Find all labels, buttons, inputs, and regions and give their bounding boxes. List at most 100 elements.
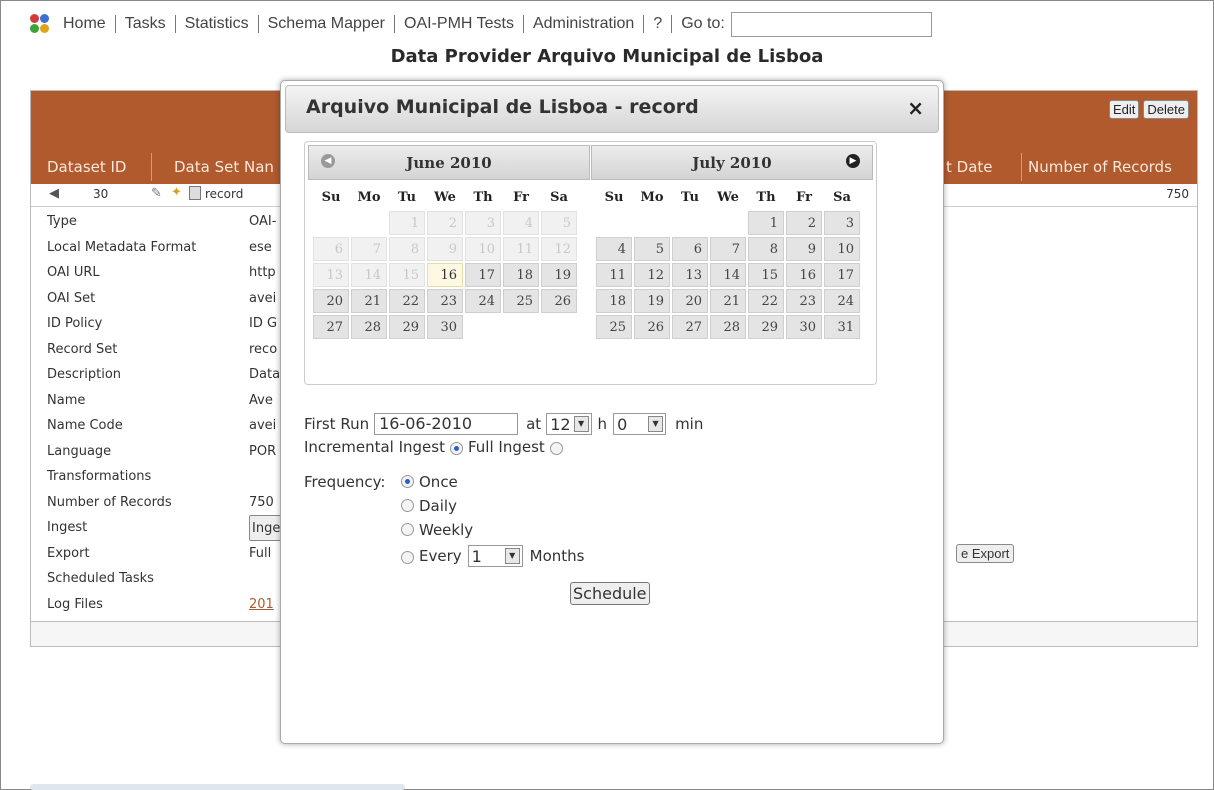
edit-icon[interactable]: ✎: [151, 186, 162, 201]
frequency-once[interactable]: Once: [396, 473, 458, 491]
calendar-day[interactable]: 30: [786, 315, 822, 339]
calendar-day[interactable]: 17: [824, 263, 860, 287]
calendar-day[interactable]: 25: [596, 315, 632, 339]
detail-value: Data: [249, 367, 281, 382]
detail-key: Export: [47, 545, 90, 561]
radio-every[interactable]: [401, 550, 414, 564]
calendar-day[interactable]: 30: [427, 315, 463, 339]
calendar-day[interactable]: 17: [465, 263, 501, 287]
calendar-day[interactable]: 20: [672, 289, 708, 313]
calendar-day[interactable]: 10: [824, 237, 860, 261]
export-button[interactable]: e Export: [956, 544, 1015, 563]
frequency-daily[interactable]: Daily: [396, 497, 457, 515]
calendar-day[interactable]: 14: [710, 263, 746, 287]
log-file-link[interactable]: 201: [249, 592, 281, 618]
calendar-day[interactable]: 15: [748, 263, 784, 287]
calendar-day[interactable]: 2: [786, 211, 822, 235]
detail-key: ID Policy: [47, 316, 103, 331]
month-title: July 2010: [692, 154, 772, 172]
calendar-day[interactable]: 4: [596, 237, 632, 261]
detail-value: 750: [249, 494, 274, 510]
day-name: Sa: [833, 190, 851, 205]
scrollbar[interactable]: [30, 784, 405, 790]
detail-key: Type: [47, 214, 77, 229]
radio-weekly[interactable]: [401, 523, 414, 536]
datepicker: ◀ June 2010 Su Mo Tu We Th Fr Sa 1 2 3 4 5 6 7 8 9 10 11 1…: [304, 141, 877, 385]
calendar-day[interactable]: 21: [351, 289, 387, 313]
calendar-day[interactable]: 16: [786, 263, 822, 287]
delete-icon[interactable]: [189, 186, 201, 200]
menu-help[interactable]: ?: [644, 15, 673, 33]
calendar-day[interactable]: 12: [634, 263, 670, 287]
calendar-day[interactable]: 23: [427, 289, 463, 313]
calendar-day[interactable]: 22: [748, 289, 784, 313]
hour-select[interactable]: 12 ▼: [546, 413, 592, 435]
calendar-day[interactable]: 3: [824, 211, 860, 235]
frequency-every[interactable]: Every 1 ▼ Months: [396, 545, 584, 567]
calendar-day[interactable]: 26: [634, 315, 670, 339]
calendar-day[interactable]: 28: [710, 315, 746, 339]
calendar-day[interactable]: 26: [541, 289, 577, 313]
schedule-button[interactable]: Schedule: [570, 582, 650, 605]
menu-oai-pmh-tests[interactable]: OAI-PMH Tests: [395, 15, 524, 33]
detail-key: OAI URL: [47, 265, 100, 280]
menu-administration[interactable]: Administration: [524, 15, 645, 33]
col-dataset-id[interactable]: Dataset ID: [47, 153, 126, 181]
calendar-day[interactable]: 5: [634, 237, 670, 261]
calendar-day[interactable]: 9: [786, 237, 822, 261]
frequency-weekly[interactable]: Weekly: [396, 521, 473, 539]
minute-select[interactable]: 0 ▼: [613, 413, 667, 435]
calendar-day[interactable]: 24: [824, 289, 860, 313]
frequency-group: Frequency: Once Daily Weekly Every 1 ▼ M…: [304, 473, 584, 567]
months-label: Months: [529, 547, 585, 565]
calendar-day[interactable]: 28: [351, 315, 387, 339]
calendar-day[interactable]: 29: [748, 315, 784, 339]
detail-value: ID G: [249, 316, 278, 331]
dropdown-arrow-icon[interactable]: ▼: [504, 548, 520, 564]
calendar-day[interactable]: 16: [427, 263, 463, 287]
dropdown-arrow-icon[interactable]: ▼: [648, 416, 664, 432]
calendar-day[interactable]: 24: [465, 289, 501, 313]
every-months-select[interactable]: 1 ▼: [467, 545, 523, 567]
calendar-day[interactable]: 7: [710, 237, 746, 261]
calendar-day[interactable]: 27: [672, 315, 708, 339]
calendar-day[interactable]: 11: [596, 263, 632, 287]
clean-icon[interactable]: ✦: [171, 185, 182, 200]
calendar-day[interactable]: 19: [541, 263, 577, 287]
incremental-ingest-radio[interactable]: [449, 441, 463, 455]
calendar-day[interactable]: 18: [596, 289, 632, 313]
col-last-date[interactable]: t Date: [946, 153, 993, 181]
close-icon[interactable]: ×: [907, 96, 924, 120]
calendar-day[interactable]: 19: [634, 289, 670, 313]
calendar-day[interactable]: 13: [672, 263, 708, 287]
calendar-day[interactable]: 8: [748, 237, 784, 261]
menu-schema-mapper[interactable]: Schema Mapper: [259, 15, 395, 33]
calendar-day[interactable]: 27: [313, 315, 349, 339]
next-month-icon[interactable]: ▶: [846, 154, 860, 168]
radio-daily[interactable]: [401, 499, 414, 512]
calendar-day[interactable]: 23: [786, 289, 822, 313]
dataset-name[interactable]: record: [205, 187, 243, 201]
calendar-day[interactable]: 6: [672, 237, 708, 261]
calendar-day[interactable]: 25: [503, 289, 539, 313]
calendar-day[interactable]: 22: [389, 289, 425, 313]
edit-button[interactable]: Edit: [1109, 100, 1140, 119]
calendar-day[interactable]: 20: [313, 289, 349, 313]
calendar-day[interactable]: 1: [748, 211, 784, 235]
menu-home[interactable]: Home: [54, 15, 116, 33]
first-run-date-input[interactable]: 16-06-2010: [374, 413, 519, 435]
col-number-of-records[interactable]: Number of Records: [1021, 153, 1172, 181]
radio-once[interactable]: [401, 475, 414, 488]
delete-button[interactable]: Delete: [1143, 100, 1189, 119]
collapse-arrow-icon[interactable]: ◀: [49, 186, 59, 201]
calendar-day[interactable]: 18: [503, 263, 539, 287]
calendar-june: ◀ June 2010 Su Mo Tu We Th Fr Sa 1 2 3 4 5 6 7 8 9 10 11 1…: [308, 145, 590, 339]
calendar-day[interactable]: 31: [824, 315, 860, 339]
dropdown-arrow-icon[interactable]: ▼: [573, 416, 589, 432]
full-ingest-radio[interactable]: [549, 441, 563, 455]
calendar-day[interactable]: 21: [710, 289, 746, 313]
calendar-day[interactable]: 29: [389, 315, 425, 339]
menu-tasks[interactable]: Tasks: [116, 15, 176, 33]
goto-input[interactable]: [730, 11, 932, 37]
menu-statistics[interactable]: Statistics: [176, 15, 259, 33]
